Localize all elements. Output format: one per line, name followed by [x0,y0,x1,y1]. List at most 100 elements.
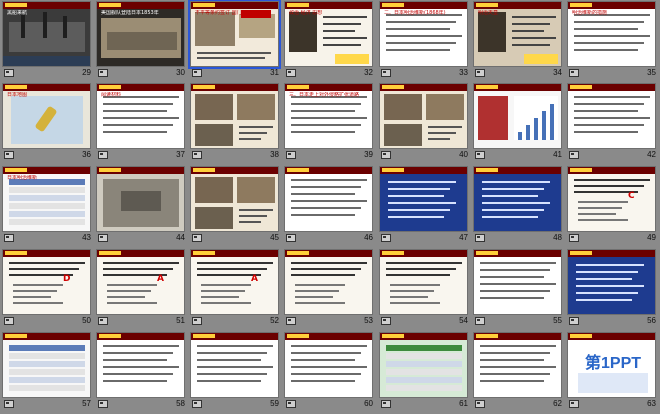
slide-title-text: 日本地图 [7,92,28,98]
slide-cell-49[interactable]: C 49 [565,165,659,246]
slide-cell-30[interactable]: 美国舰队登陆日本1853年 30 [94,0,188,81]
slide-number: 34 [553,68,562,77]
slide-cell-60[interactable]: 60 [282,331,376,412]
slide-number: 60 [364,399,373,408]
slide-cell-54[interactable]: 54 [377,248,471,329]
slide-thumbnail[interactable] [473,332,562,398]
slide-cell-62[interactable]: 62 [471,331,565,412]
text-line [576,278,632,280]
slide-thumbnail[interactable] [190,166,279,232]
slide-thumbnail[interactable] [190,83,279,149]
slide-thumbnail[interactable] [473,83,562,149]
slide-thumbnail[interactable]: 二、日本明治维新(1868年) [379,1,468,67]
slide-header-bar [191,167,278,174]
slide-thumbnail[interactable]: D [2,249,91,315]
slide-cell-48[interactable]: 48 [471,165,565,246]
slide-thumbnail[interactable]: 日本地图 [2,83,91,149]
slide-cell-41[interactable]: 41 [471,82,565,163]
slide-thumbnail[interactable]: 黑船来航 [2,1,91,67]
slide-cell-47[interactable]: 47 [377,165,471,246]
slide-header-bar [3,250,90,257]
bar [526,125,530,140]
slide-thumbnail[interactable] [2,332,91,398]
slide-header-bar [97,2,184,9]
slide-cell-52[interactable]: A 52 [188,248,282,329]
slide-thumbnail[interactable] [379,332,468,398]
slide-thumbnail[interactable]: 明治维新的措施 [567,1,656,67]
slide-thumbnail[interactable] [284,166,373,232]
slide-cell-46[interactable]: 46 [282,165,376,246]
table-row [386,377,462,383]
slide-cell-55[interactable]: 55 [471,248,565,329]
slide-thumbnail[interactable] [379,166,468,232]
slide-cell-56[interactable]: 56 [565,248,659,329]
slide-cell-50[interactable]: D 50 [0,248,94,329]
slide-thumbnail[interactable]: C [567,166,656,232]
slide-cell-29[interactable]: 黑船来航 29 [0,0,94,81]
slide-cell-45[interactable]: 45 [188,165,282,246]
slide-cell-63[interactable]: 第1PPT 63 [565,331,659,412]
slide-cell-35[interactable]: 明治维新的措施 35 [565,0,659,81]
slide-cell-33[interactable]: 二、日本明治维新(1868年) 33 [377,0,471,81]
slide-thumbnail[interactable]: 三、日本走上对外侵略扩张道路 [284,83,373,149]
slide-thumbnail[interactable]: 明治天皇 [473,1,562,67]
slide-header-bar [3,2,90,9]
slide-cell-61[interactable]: 61 [377,331,471,412]
slide-cell-59[interactable]: 59 [188,331,282,412]
slide-thumbnail[interactable] [567,83,656,149]
text-line [103,352,173,354]
slide-cell-51[interactable]: A 51 [94,248,188,329]
slide-cell-31[interactable]: 不平等条约签订 国门洞开 31 [188,0,282,81]
slide-cell-36[interactable]: 日本地图 36 [0,82,94,163]
slide-thumbnail[interactable]: A [190,249,279,315]
text-line [107,284,157,286]
slide-cell-40[interactable]: 40 [377,82,471,163]
animation-icon [475,234,485,242]
slide-cell-58[interactable]: 58 [94,331,188,412]
slide-thumbnail[interactable] [284,249,373,315]
slide-cell-39[interactable]: 三、日本走上对外侵略扩张道路 39 [282,82,376,163]
slide-thumbnail[interactable]: 不平等条约签订 国门洞开 [188,0,281,69]
portrait-photo [478,12,506,52]
slide-cell-38[interactable]: 38 [188,82,282,163]
animation-icon [286,69,296,77]
slide-cell-43[interactable]: 日本明治维新 43 [0,165,94,246]
text-line [578,213,616,215]
slide-thumbnail[interactable]: 阅读材料 [96,83,185,149]
animation-icon [98,234,108,242]
slide-title-text: 日本明治维新 [7,175,38,181]
slide-number: 49 [647,233,656,242]
slide-cell-37[interactable]: 阅读材料 37 [94,82,188,163]
slide-cell-32[interactable]: 政治 经济 思想 32 [282,0,376,81]
slide-thumbnail[interactable] [379,83,468,149]
slide-thumbnail[interactable] [473,166,562,232]
text-line [574,35,650,37]
slide-cell-44[interactable]: 44 [94,165,188,246]
ship-mast [63,16,67,38]
slide-thumbnail[interactable]: 第1PPT [567,332,656,398]
slide-number: 63 [647,399,656,408]
slide-thumbnail[interactable]: 日本明治维新 [2,166,91,232]
slide-header-bar [285,84,372,91]
slide-thumbnail[interactable] [567,249,656,315]
text-line [323,44,361,46]
slide-cell-34[interactable]: 明治天皇 34 [471,0,565,81]
slide-thumbnail[interactable] [96,332,185,398]
slide-thumbnail[interactable] [473,249,562,315]
slide-thumbnail[interactable]: 政治 经济 思想 [284,1,373,67]
slide-cell-57[interactable]: 57 [0,331,94,412]
slide-thumbnail[interactable] [190,332,279,398]
text-line [9,268,79,270]
text-line [480,373,550,375]
slide-thumbnail[interactable]: 美国舰队登陆日本1853年 [96,1,185,67]
photo-b [237,94,275,120]
slide-number: 54 [459,316,468,325]
slide-cell-53[interactable]: 53 [282,248,376,329]
slide-header-tag [476,334,498,338]
slide-thumbnail[interactable] [284,332,373,398]
slide-thumbnail[interactable] [96,166,185,232]
slide-cell-42[interactable]: 42 [565,82,659,163]
slide-thumbnail[interactable]: A [96,249,185,315]
animation-icon [569,317,579,325]
slide-thumbnail[interactable] [379,249,468,315]
